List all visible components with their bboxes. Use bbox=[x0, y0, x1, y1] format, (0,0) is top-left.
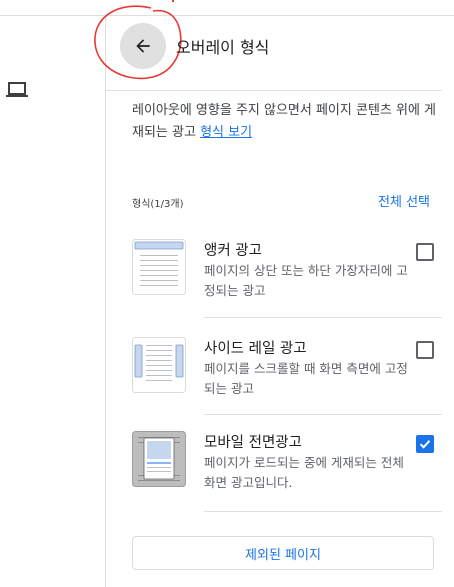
format-name: 모바일 전면광고 bbox=[204, 435, 302, 451]
format-checkbox[interactable] bbox=[416, 341, 434, 359]
format-item-anchor[interactable]: 앵커 광고 페이지의 상단 또는 하단 가장자리에 고정되는 광고 bbox=[132, 239, 442, 335]
checkmark-icon bbox=[419, 440, 431, 449]
item-divider bbox=[204, 511, 442, 512]
format-description: 페이지가 로드되는 중에 게재되는 전체 화면 광고입니다. bbox=[204, 455, 404, 490]
anchor-ad-icon bbox=[132, 239, 186, 295]
laptop-icon[interactable] bbox=[6, 82, 28, 98]
format-description: 레이아웃에 영향을 주지 않으면서 페이지 콘텐츠 위에 게재되는 광고 형식 … bbox=[132, 100, 442, 144]
format-description: 페이지의 상단 또는 하단 가장자리에 고정되는 광고 bbox=[204, 263, 408, 298]
back-button[interactable] bbox=[120, 23, 166, 69]
format-panel: 레이아웃에 영향을 주지 않으면서 페이지 콘텐츠 위에 게재되는 광고 형식 … bbox=[106, 76, 454, 587]
item-divider bbox=[204, 317, 442, 318]
format-count: 형식(1/3개) bbox=[132, 199, 184, 210]
header-divider bbox=[106, 90, 442, 91]
format-checkbox[interactable] bbox=[416, 435, 434, 453]
side-rail-ad-icon bbox=[132, 337, 186, 393]
item-divider bbox=[204, 414, 442, 415]
description-text: 레이아웃에 영향을 주지 않으면서 페이지 콘텐츠 위에 게재되는 광고 bbox=[132, 103, 437, 140]
excluded-pages-label: 제외된 페이지 bbox=[245, 547, 321, 563]
format-item-side-rail[interactable]: 사이드 레일 광고 페이지를 스크롤할 때 화면 측면에 고정되는 광고 bbox=[132, 337, 442, 433]
format-checkbox[interactable] bbox=[416, 243, 434, 261]
format-description: 페이지를 스크롤할 때 화면 측면에 고정되는 광고 bbox=[204, 361, 408, 396]
arrow-back-icon bbox=[136, 39, 150, 53]
select-all-button[interactable]: 전체 선택 bbox=[378, 191, 430, 210]
page-header: 오버레이 형식 bbox=[94, 5, 454, 80]
top-strip bbox=[0, 0, 454, 16]
format-item-interstitial[interactable]: 모바일 전면광고 페이지가 로드되는 중에 게재되는 전체 화면 광고입니다. bbox=[132, 431, 442, 527]
page-title: 오버레이 형식 bbox=[176, 38, 270, 57]
left-rail bbox=[0, 16, 106, 587]
interstitial-ad-icon bbox=[132, 431, 186, 487]
annotation-mark bbox=[172, 0, 174, 2]
view-formats-link[interactable]: 형식 보기 bbox=[200, 125, 252, 140]
excluded-pages-button[interactable]: 제외된 페이지 bbox=[132, 536, 434, 570]
format-name: 앵커 광고 bbox=[204, 243, 262, 259]
format-name: 사이드 레일 광고 bbox=[204, 341, 307, 357]
